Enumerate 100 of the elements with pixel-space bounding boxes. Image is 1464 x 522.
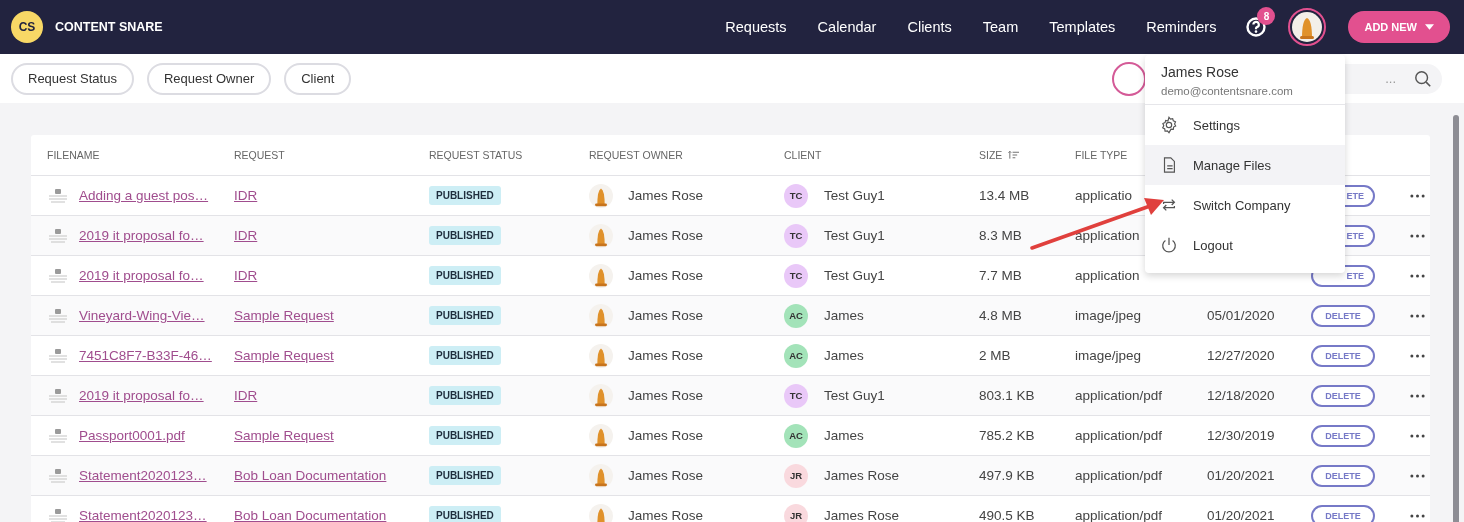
- delete-button[interactable]: DELETE: [1311, 464, 1375, 487]
- user-name: James Rose: [1161, 64, 1240, 80]
- client-avatar: TC: [784, 383, 808, 408]
- client-name: James: [824, 428, 864, 443]
- file-thumbnail-icon: [47, 507, 69, 522]
- more-icon[interactable]: [1410, 353, 1425, 358]
- client-name: Test Guy1: [824, 228, 885, 243]
- request-link[interactable]: Sample Request: [234, 428, 334, 443]
- file-link[interactable]: Adding a guest pos…: [79, 188, 209, 203]
- file-type: applicatio: [1075, 188, 1133, 203]
- more-icon[interactable]: [1410, 193, 1425, 198]
- request-link[interactable]: IDR: [234, 228, 258, 243]
- more-icon[interactable]: [1410, 513, 1425, 518]
- delete-button[interactable]: DELETE: [1311, 384, 1375, 407]
- settings-icon: [1160, 116, 1178, 134]
- owner-name: James Rose: [628, 348, 704, 363]
- filter-button[interactable]: Request Status: [11, 62, 134, 95]
- file-type: application: [1075, 268, 1140, 283]
- file-type: application: [1075, 228, 1140, 243]
- user-avatar[interactable]: [1288, 8, 1327, 46]
- caret-icon: [1425, 24, 1434, 30]
- status-badge: PUBLISHED: [429, 186, 501, 205]
- delete-button[interactable]: DELETE: [1311, 344, 1375, 367]
- request-link[interactable]: Bob Loan Documentation: [234, 468, 387, 483]
- delete-button[interactable]: DELETE: [1311, 304, 1375, 327]
- status-badge: PUBLISHED: [429, 306, 501, 325]
- client-name: James: [824, 348, 864, 363]
- filter-button[interactable]: Client: [284, 62, 352, 95]
- file-link[interactable]: 2019 it proposal fo…: [79, 268, 204, 283]
- more-icon[interactable]: [1410, 313, 1425, 318]
- owner-avatar: [589, 263, 613, 288]
- more-icon[interactable]: [1410, 273, 1425, 278]
- file-link[interactable]: Statement2020123…: [79, 508, 207, 522]
- file-link[interactable]: 2019 it proposal fo…: [79, 228, 204, 243]
- file-thumbnail-icon: [47, 307, 69, 324]
- file-link[interactable]: Vineyard-Wing-Vie…: [79, 308, 205, 323]
- file-link[interactable]: 7451C8F7-B33F-46…: [79, 348, 212, 363]
- column-header[interactable]: FILENAME: [47, 149, 100, 161]
- request-link[interactable]: IDR: [234, 268, 258, 283]
- nav-link[interactable]: Requests: [725, 19, 787, 35]
- scrollbar[interactable]: [1453, 115, 1459, 522]
- upload-date: 12/27/2020: [1207, 348, 1275, 363]
- logo-badge[interactable]: CS: [11, 11, 43, 43]
- request-link[interactable]: Sample Request: [234, 348, 334, 363]
- delete-button[interactable]: DELETE: [1311, 424, 1375, 447]
- owner-name: James Rose: [628, 228, 704, 243]
- upload-date: 01/20/2021: [1207, 468, 1275, 483]
- add-new-button[interactable]: ADD NEW: [1348, 11, 1450, 43]
- power-icon: [1160, 236, 1178, 254]
- column-header[interactable]: CLIENT: [784, 149, 822, 161]
- file-link[interactable]: Passport0001.pdf: [79, 428, 185, 443]
- menu-item[interactable]: Logout: [1145, 225, 1345, 265]
- status-badge: PUBLISHED: [429, 226, 501, 245]
- request-link[interactable]: Sample Request: [234, 308, 334, 323]
- file-size: 497.9 KB: [979, 468, 1035, 483]
- menu-item[interactable]: Settings: [1145, 105, 1345, 145]
- nav-link[interactable]: Calendar: [817, 19, 877, 35]
- client-avatar: TC: [784, 183, 808, 208]
- file-type: application/pdf: [1075, 388, 1163, 403]
- owner-avatar: [589, 383, 613, 408]
- column-header[interactable]: REQUEST OWNER: [589, 149, 683, 161]
- request-link[interactable]: Bob Loan Documentation: [234, 508, 387, 522]
- nav-link[interactable]: Team: [982, 19, 1019, 35]
- owner-avatar: [589, 343, 613, 368]
- request-link[interactable]: IDR: [234, 188, 258, 203]
- file-size: 4.8 MB: [979, 308, 1022, 323]
- nav-link[interactable]: Templates: [1049, 19, 1116, 35]
- nav-link[interactable]: Reminders: [1146, 19, 1217, 35]
- column-header[interactable]: REQUEST: [234, 149, 285, 161]
- nav-link[interactable]: Clients: [907, 19, 952, 35]
- menu-item[interactable]: Switch Company: [1145, 185, 1345, 225]
- status-badge: PUBLISHED: [429, 506, 501, 522]
- sort-icon[interactable]: [1008, 150, 1020, 160]
- file-size: 7.7 MB: [979, 268, 1022, 283]
- client-avatar: TC: [784, 223, 808, 248]
- menu-item[interactable]: Manage Files: [1145, 145, 1345, 185]
- owner-avatar: [589, 303, 613, 328]
- column-header[interactable]: REQUEST STATUS: [429, 149, 523, 161]
- client-avatar: AC: [784, 303, 808, 328]
- owner-name: James Rose: [628, 388, 704, 403]
- more-icon[interactable]: [1410, 393, 1425, 398]
- status-badge: PUBLISHED: [429, 386, 501, 405]
- request-link[interactable]: IDR: [234, 388, 258, 403]
- client-name: Test Guy1: [824, 268, 885, 283]
- client-avatar: AC: [784, 343, 808, 368]
- more-icon[interactable]: [1410, 473, 1425, 478]
- filter-button[interactable]: Request Owner: [146, 62, 272, 95]
- delete-button[interactable]: DELETE: [1311, 504, 1375, 522]
- file-link[interactable]: Statement2020123…: [79, 468, 207, 483]
- owner-avatar: [589, 183, 613, 208]
- column-header[interactable]: FILE TYPE: [1075, 149, 1128, 161]
- file-type: image/jpeg: [1075, 348, 1142, 363]
- more-icon[interactable]: [1410, 433, 1425, 438]
- search-icon[interactable]: [1414, 69, 1432, 88]
- file-size: 8.3 MB: [979, 228, 1022, 243]
- column-header[interactable]: SIZE: [979, 149, 1003, 161]
- brand-name[interactable]: CONTENT SNARE: [55, 20, 163, 34]
- file-link[interactable]: 2019 it proposal fo…: [79, 388, 204, 403]
- more-icon[interactable]: [1410, 233, 1425, 238]
- file-size: 803.1 KB: [979, 388, 1035, 403]
